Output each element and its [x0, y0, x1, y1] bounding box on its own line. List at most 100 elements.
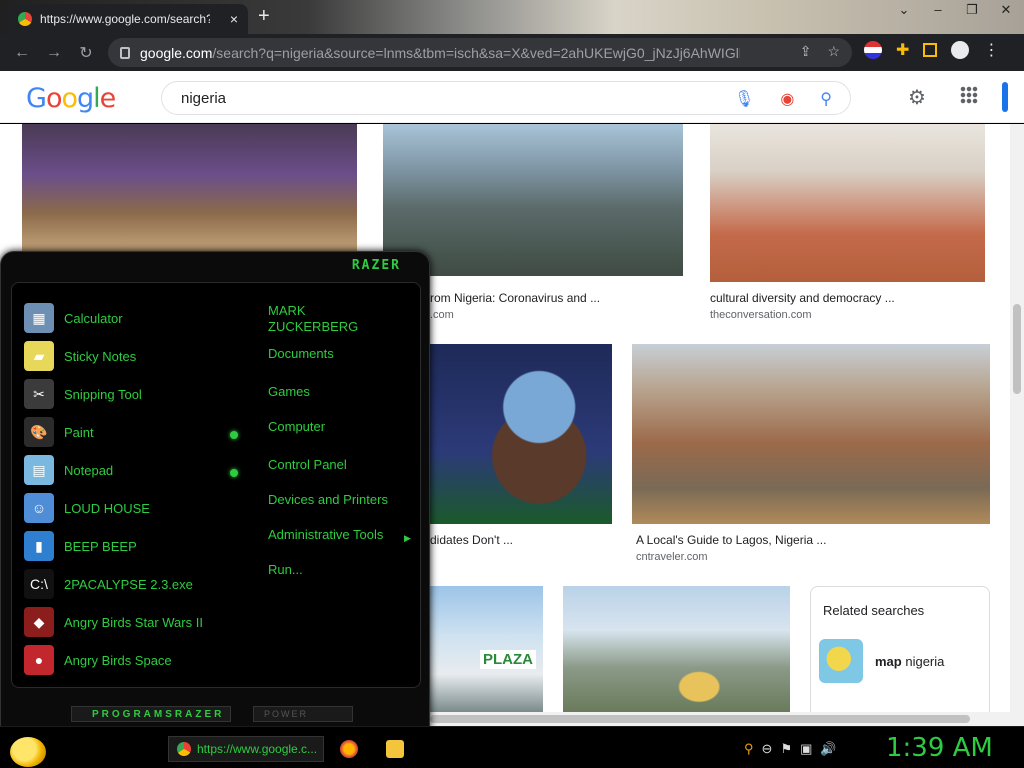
action-center-flag-icon[interactable]: ⚑ — [780, 741, 792, 757]
start-program-label: LOUD HOUSE — [64, 500, 150, 516]
result-image[interactable] — [710, 124, 985, 282]
firefox-icon[interactable] — [340, 740, 358, 758]
file-explorer-icon[interactable] — [386, 740, 404, 758]
all-programs-button[interactable]: PROGRAMS RAZER — [71, 706, 231, 722]
start-program-item[interactable]: 🎨 Paint — [24, 417, 94, 447]
lens-camera-icon[interactable]: ◉ — [780, 89, 794, 109]
start-program-item[interactable]: ▦ Calculator — [24, 303, 123, 333]
snipping-tool-icon: ✂ — [24, 379, 54, 409]
tab-close-icon[interactable]: × — [230, 11, 238, 27]
scrollbar-thumb[interactable] — [1013, 304, 1021, 394]
tab-search-icon[interactable]: ⌄ — [892, 2, 916, 18]
result-caption[interactable]: A Local's Guide to Lagos, Nigeria ... — [636, 533, 826, 547]
chrome-favicon-icon — [18, 12, 32, 26]
search-input[interactable]: nigeria 🎙 ◉ ⚲ — [161, 81, 851, 115]
start-link-item[interactable]: Control Panel — [268, 457, 347, 473]
flag-extension-icon[interactable] — [864, 41, 882, 59]
result-caption[interactable]: rom Nigeria: Coronavirus and ... — [430, 291, 600, 305]
result-image[interactable] — [22, 124, 357, 251]
result-image[interactable] — [632, 344, 990, 524]
settings-gear-icon[interactable]: ⚙ — [908, 85, 926, 110]
related-searches: Related searches map nigeria — [810, 586, 990, 712]
start-program-item[interactable]: ▰ Sticky Notes — [24, 341, 136, 371]
result-site[interactable]: theconversation.com — [710, 309, 812, 321]
result-image[interactable]: PLAZA — [430, 586, 543, 712]
start-program-label: Paint — [64, 424, 94, 440]
start-program-label: 2PACALYPSE 2.3.exe — [64, 576, 193, 592]
profile-avatar-icon[interactable] — [951, 41, 970, 59]
start-program-label: BEEP BEEP — [64, 538, 137, 554]
sticky-notes-icon: ▰ — [24, 341, 54, 371]
reload-button[interactable]: ↻ — [70, 43, 102, 63]
volume-icon[interactable]: 🔊 — [820, 741, 836, 757]
start-program-item[interactable]: ☺ LOUD HOUSE — [24, 493, 150, 523]
close-window-button[interactable]: ✕ — [994, 2, 1018, 18]
url-text: google.com/search?q=nigeria&source=lnms&… — [140, 44, 740, 61]
side-panel-icon[interactable] — [923, 43, 938, 57]
minimize-button[interactable]: – — [926, 2, 950, 18]
start-program-label: Angry Birds Space — [64, 652, 172, 668]
search-tray-icon[interactable]: ⚲ — [744, 741, 754, 757]
result-site[interactable]: .com — [430, 309, 454, 321]
horizontal-scrollbar[interactable] — [430, 712, 1024, 726]
browser-tabstrip: https://www.google.com/search?q=nigeria … — [0, 0, 1024, 34]
start-link-item[interactable]: Run... — [268, 562, 303, 578]
related-search-item[interactable]: map nigeria — [819, 639, 944, 683]
result-caption[interactable]: didates Don't ... — [430, 533, 513, 547]
start-program-item[interactable]: ◆ Angry Birds Star Wars II — [24, 607, 203, 637]
result-image[interactable] — [563, 586, 790, 712]
start-link-item[interactable]: Documents — [268, 346, 334, 362]
start-link-item[interactable]: Games — [268, 384, 310, 400]
chrome-icon — [177, 742, 191, 756]
taskbar-item-label: https://www.google.c... — [197, 742, 318, 756]
taskbar-clock[interactable]: 1:39 AM — [886, 733, 993, 763]
angry-birds-space-icon: ● — [24, 645, 54, 675]
network-icon[interactable]: ▣ — [800, 741, 812, 757]
start-program-item[interactable]: ▮ BEEP BEEP — [24, 531, 137, 561]
puzzle-extensions-icon[interactable]: ✚ — [896, 40, 909, 60]
calculator-icon: ▦ — [24, 303, 54, 333]
new-tab-button[interactable]: + — [258, 5, 270, 28]
start-link-item[interactable]: Computer — [268, 419, 325, 435]
loud-house-icon: ☺ — [24, 493, 54, 523]
start-orb-icon[interactable] — [10, 737, 46, 767]
power-button[interactable]: POWER — [253, 706, 353, 722]
start-program-item[interactable]: ● Angry Birds Space — [24, 645, 172, 675]
google-logo[interactable]: Google — [26, 83, 116, 114]
start-link-item[interactable]: Devices and Printers — [268, 492, 388, 508]
start-program-label: Snipping Tool — [64, 386, 142, 402]
back-button[interactable]: ← — [6, 44, 38, 62]
search-icon[interactable]: ⚲ — [820, 89, 832, 109]
restore-button[interactable]: ❐ — [960, 2, 984, 18]
start-menu: RAZER ▦ Calculator ▰ Sticky Notes ✂ Snipping … — [0, 251, 430, 729]
result-image[interactable] — [383, 124, 683, 276]
search-actions: 🎙 ◉ ⚲ — [734, 89, 832, 109]
result-caption[interactable]: cultural diversity and democracy ... — [710, 291, 895, 305]
start-link-item[interactable]: Administrative Tools — [268, 527, 383, 543]
start-program-label: Calculator — [64, 310, 123, 326]
google-header: Google nigeria 🎙 ◉ ⚲ — [0, 71, 1024, 123]
menu-kebab-icon[interactable]: ⋮ — [983, 40, 999, 60]
result-image[interactable] — [430, 344, 612, 524]
start-link-item[interactable]: MARK ZUCKERBERG — [268, 303, 378, 335]
result-site[interactable]: cntraveler.com — [636, 551, 708, 563]
scrollbar-thumb[interactable] — [430, 715, 970, 723]
vertical-scrollbar[interactable] — [1010, 124, 1024, 712]
bookmark-star-icon[interactable]: ☆ — [827, 43, 840, 60]
voice-search-icon[interactable]: 🎙 — [734, 89, 754, 109]
google-apps-icon[interactable] — [960, 86, 978, 104]
taskbar-chrome-item[interactable]: https://www.google.c... — [168, 736, 324, 762]
beep-beep-icon: ▮ — [24, 531, 54, 561]
status-tray-icon[interactable]: ⊖ — [762, 741, 773, 757]
start-program-item[interactable]: ✂ Snipping Tool — [24, 379, 142, 409]
related-search-label: map nigeria — [875, 653, 945, 669]
browser-tab[interactable]: https://www.google.com/search?q=nigeria … — [8, 4, 248, 34]
search-query: nigeria — [181, 89, 227, 107]
lock-icon[interactable] — [120, 46, 130, 59]
forward-button[interactable]: → — [38, 44, 70, 62]
start-program-item[interactable]: C:\ 2PACALYPSE 2.3.exe — [24, 569, 193, 599]
start-program-item[interactable]: ▤ Notepad — [24, 455, 113, 485]
account-button[interactable] — [1002, 82, 1008, 112]
share-icon[interactable]: ⇪ — [800, 43, 812, 60]
address-bar[interactable]: google.com/search?q=nigeria&source=lnms&… — [108, 38, 852, 67]
